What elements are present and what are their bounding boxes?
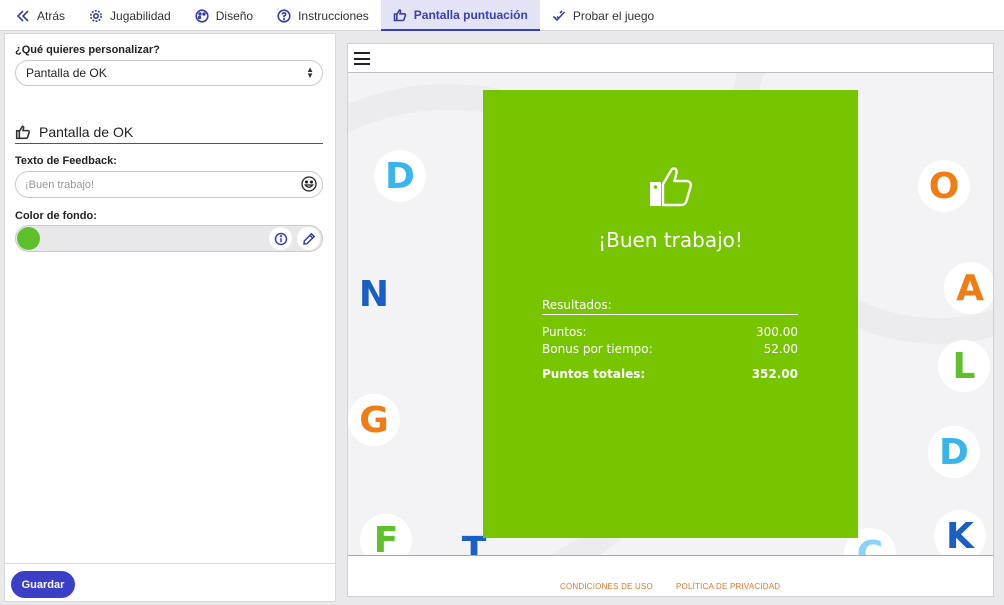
settings-panel: ¿Qué quieres personalizar? Pantalla de O… <box>4 33 336 602</box>
customize-select[interactable]: Pantalla de OK ▲ ▼ <box>15 60 323 86</box>
feedback-text: ¡Buen trabajo! <box>598 228 743 252</box>
preview-toolbar <box>348 44 993 73</box>
check-icon <box>552 9 565 21</box>
bg-color-picker[interactable] <box>15 225 323 252</box>
emoji-icon[interactable] <box>300 175 318 193</box>
total-row: Puntos totales: 352.00 <box>542 367 798 381</box>
letter-bubble-d: D <box>374 150 426 202</box>
nav-jugabilidad-label: Jugabilidad <box>110 8 171 23</box>
nav-diseno[interactable]: Diseño <box>183 0 265 31</box>
results-header: Resultados: <box>542 298 798 315</box>
nav-diseno-label: Diseño <box>215 8 254 23</box>
letter-bubble-l: L <box>938 340 990 392</box>
nav-back[interactable]: Atrás <box>0 0 77 31</box>
letter-bubble-g: G <box>348 394 400 446</box>
thumbs-up-icon <box>15 124 31 139</box>
bg-color-label: Color de fondo: <box>15 210 97 222</box>
result-row: Puntos: 300.00 <box>542 325 798 339</box>
menu-icon[interactable] <box>354 52 370 65</box>
thumbs-up-icon <box>393 8 407 21</box>
result-label: Puntos: <box>542 325 587 339</box>
terms-link[interactable]: CONDICIONES DE USO <box>560 582 653 591</box>
section-title: Pantalla de OK <box>15 120 323 144</box>
color-swatch[interactable] <box>17 227 40 250</box>
nav-back-label: Atrás <box>37 8 66 23</box>
thumbs-up-icon <box>650 167 693 207</box>
customize-select-value: Pantalla de OK <box>26 66 107 80</box>
section-title-text: Pantalla de OK <box>39 123 134 140</box>
results-title: Resultados: <box>542 298 612 312</box>
save-button[interactable]: Guardar <box>11 571 75 598</box>
info-button[interactable] <box>269 227 292 250</box>
feedback-label: Texto de Feedback: <box>15 155 117 167</box>
nav-instrucciones[interactable]: Instrucciones <box>265 0 381 31</box>
top-nav: Atrás Jugabilidad Diseño Instrucciones P… <box>0 0 1004 31</box>
panel-divider <box>5 563 335 564</box>
letter-bubble-d2: D <box>928 426 980 478</box>
total-label: Puntos totales: <box>542 367 646 381</box>
select-arrows-icon: ▲ ▼ <box>306 65 314 80</box>
palette-icon <box>195 8 209 23</box>
nav-pantalla-puntuacion-label: Pantalla puntuación <box>413 7 528 22</box>
preview-footer: CONDICIONES DE USO POLÍTICA DE PRIVACIDA… <box>348 555 993 596</box>
nav-pantalla-puntuacion[interactable]: Pantalla puntuación <box>380 0 540 31</box>
score-card: ¡Buen trabajo! Resultados: Puntos: 300.0… <box>483 90 858 538</box>
feedback-placeholder: ¡Buen trabajo! <box>25 178 95 191</box>
nav-jugabilidad[interactable]: Jugabilidad <box>77 0 183 31</box>
result-row: Bonus por tiempo: 52.00 <box>542 342 798 356</box>
letter-bubble-o: O <box>918 160 970 212</box>
letter-bubble-a: A <box>944 262 993 314</box>
game-preview: D N G F T O A L D C K ¡Buen trabajo! Res… <box>347 43 994 597</box>
info-icon <box>274 232 287 245</box>
back-icon <box>16 9 29 22</box>
eyedropper-button[interactable] <box>297 227 320 250</box>
nav-instrucciones-label: Instrucciones <box>298 8 369 23</box>
help-icon <box>277 8 291 23</box>
result-value: 300.00 <box>756 325 798 339</box>
privacy-link[interactable]: POLÍTICA DE PRIVACIDAD <box>676 582 780 591</box>
total-value: 352.00 <box>751 367 798 381</box>
nav-probar-juego[interactable]: Probar el juego <box>540 0 666 31</box>
letter-bubble-n: N <box>358 273 390 315</box>
result-value: 52.00 <box>763 342 798 356</box>
result-label: Bonus por tiempo: <box>542 342 653 356</box>
feedback-input[interactable]: ¡Buen trabajo! <box>15 171 323 198</box>
customize-label: ¿Qué quieres personalizar? <box>15 44 160 56</box>
gear-icon <box>90 9 103 22</box>
eyedropper-icon <box>302 232 315 245</box>
nav-probar-juego-label: Probar el juego <box>572 8 655 23</box>
